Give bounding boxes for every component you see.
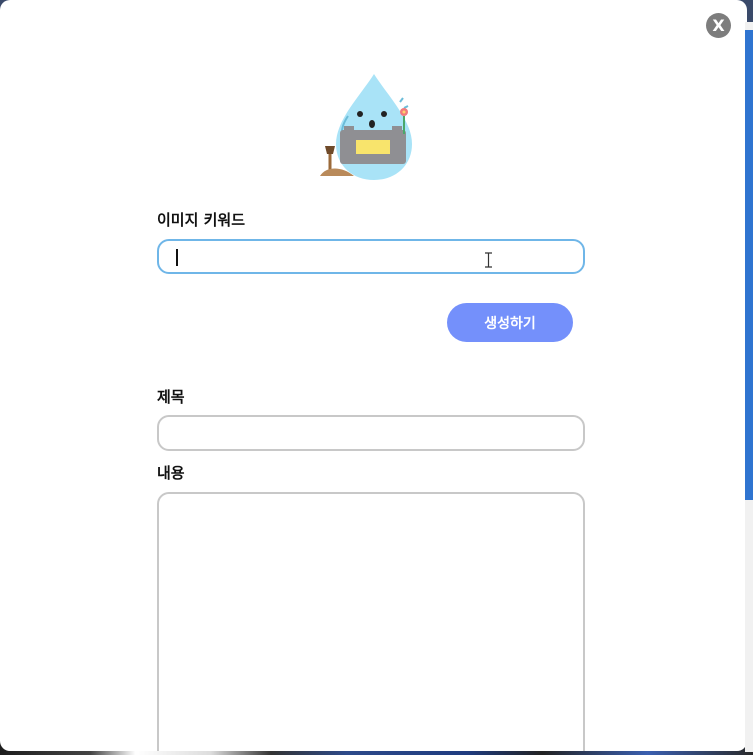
content-label: 내용 [157, 464, 185, 482]
keyword-input[interactable] [157, 239, 585, 274]
scrollbar-thumb[interactable] [745, 30, 753, 500]
keyword-label: 이미지 키워드 [157, 211, 246, 229]
content-textarea[interactable] [157, 492, 585, 751]
text-caret [176, 249, 178, 266]
water-drop-gardener-icon [320, 74, 412, 180]
text-cursor-icon [485, 252, 492, 268]
close-icon: X [712, 16, 725, 35]
title-label: 제목 [157, 388, 185, 406]
generate-button[interactable]: 생성하기 [447, 303, 573, 342]
title-input[interactable] [157, 415, 585, 451]
image-post-modal: X 이미지 키워드 생성하기 제목 내용 [0, 0, 747, 751]
close-button[interactable]: X [706, 13, 731, 38]
